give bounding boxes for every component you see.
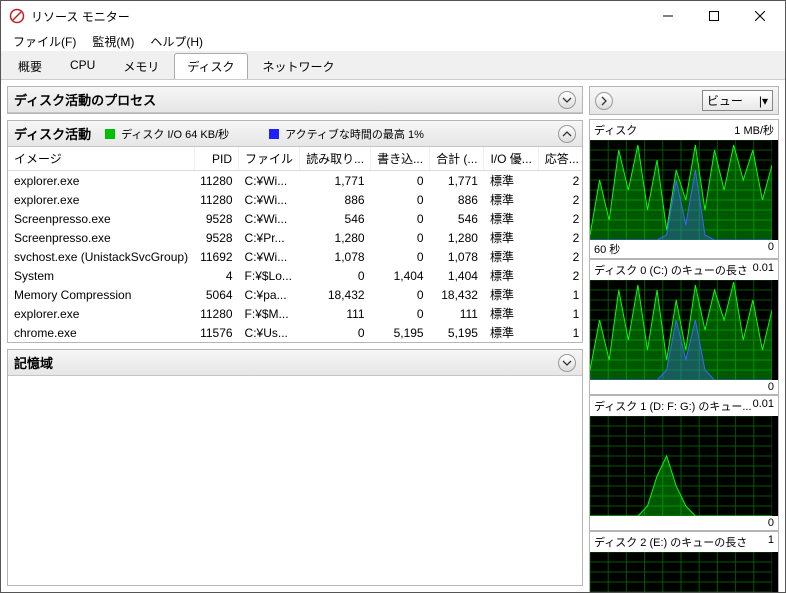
minimize-button[interactable] xyxy=(645,1,691,31)
app-icon xyxy=(9,8,25,24)
chart-0: ディスク1 MB/秒60 秒0 xyxy=(589,119,779,259)
swatch-blue xyxy=(269,129,279,139)
col-response[interactable]: 応答... xyxy=(538,147,582,171)
panel-title: 記憶域 xyxy=(14,353,67,372)
col-file[interactable]: ファイル xyxy=(239,147,300,171)
chart-scale: 0.01 xyxy=(753,398,774,414)
panel-disk-processes: ディスク活動のプロセス xyxy=(7,86,583,114)
table-row[interactable]: Memory Compression5064C:¥pa...18,432018,… xyxy=(8,285,582,304)
col-image[interactable]: イメージ xyxy=(8,147,194,171)
table-header-row: イメージ PID ファイル 読み取り... 書き込... 合計 (... I/O… xyxy=(8,147,582,171)
chart-title: ディスク 0 (C:) のキューの長さ xyxy=(594,262,748,278)
chart-scale: 1 MB/秒 xyxy=(734,122,774,138)
col-pid[interactable]: PID xyxy=(194,147,238,171)
swatch-green xyxy=(105,129,115,139)
chart-canvas xyxy=(590,140,778,240)
maximize-button[interactable] xyxy=(691,1,737,31)
chart-2: ディスク 1 (D: F: G:) のキュー...0.010 xyxy=(589,395,779,531)
chart-canvas xyxy=(590,280,778,380)
disk-activity-table[interactable]: イメージ PID ファイル 読み取り... 書き込... 合計 (... I/O… xyxy=(8,147,582,342)
legend-active: アクティブな時間の最高 1% xyxy=(269,126,424,142)
tab-network[interactable]: ネットワーク xyxy=(250,53,348,79)
side-collapse-button[interactable] xyxy=(595,92,613,110)
menu-help[interactable]: ヘルプ(H) xyxy=(142,31,211,52)
chart-title: ディスク xyxy=(594,122,637,138)
expand-button[interactable] xyxy=(558,91,576,109)
resource-monitor-window: リソース モニター ファイル(F) 監視(M) ヘルプ(H) 概要 CPU メモ… xyxy=(0,0,786,593)
chart-title: ディスク 1 (D: F: G:) のキュー... xyxy=(594,398,752,414)
close-button[interactable] xyxy=(737,1,783,31)
chart-canvas xyxy=(590,552,778,592)
panel-storage: 記憶域 xyxy=(7,349,583,586)
chart-canvas xyxy=(590,416,778,516)
menu-file[interactable]: ファイル(F) xyxy=(5,31,84,52)
window-title: リソース モニター xyxy=(31,8,645,25)
menubar: ファイル(F) 監視(M) ヘルプ(H) xyxy=(1,31,785,51)
chart-title: ディスク 2 (E:) のキューの長さ xyxy=(594,534,747,550)
collapse-button[interactable] xyxy=(558,125,576,143)
table-row[interactable]: explorer.exe11280F:¥$M...1110111標準1 xyxy=(8,304,582,323)
col-priority[interactable]: I/O 優... xyxy=(484,147,538,171)
table-row[interactable]: svchost.exe (UnistackSvcGroup)11692C:¥Wi… xyxy=(8,247,582,266)
chart-scale: 0.01 xyxy=(753,262,774,278)
menu-monitor[interactable]: 監視(M) xyxy=(84,31,142,52)
col-read[interactable]: 読み取り... xyxy=(300,147,371,171)
chevron-up-icon xyxy=(562,129,572,139)
table-row[interactable]: Screenpresso.exe9528C:¥Pr...1,28001,280標… xyxy=(8,228,582,247)
tab-disk[interactable]: ディスク xyxy=(174,53,247,79)
table-row[interactable]: chrome.exe11576C:¥Us...05,1955,195標準1 xyxy=(8,323,582,342)
side-toolbar: ビュー |▾ xyxy=(589,86,779,115)
view-dropdown[interactable]: ビュー |▾ xyxy=(702,90,773,111)
view-dropdown-label: ビュー xyxy=(707,92,743,109)
chart-3: ディスク 2 (E:) のキューの長さ 1 xyxy=(589,531,779,592)
tab-overview[interactable]: 概要 xyxy=(5,53,55,79)
table-row[interactable]: System4F:¥$Lo...01,4041,404標準2 xyxy=(8,266,582,285)
legend-io: ディスク I/O 64 KB/秒 xyxy=(105,126,229,142)
chart-1: ディスク 0 (C:) のキューの長さ0.010 xyxy=(589,259,779,395)
tab-memory[interactable]: メモリ xyxy=(110,53,172,79)
col-total[interactable]: 合計 (... xyxy=(430,147,484,171)
table-row[interactable]: Screenpresso.exe9528C:¥Wi...5460546標準2 xyxy=(8,209,582,228)
chevron-down-icon xyxy=(562,358,572,368)
tab-cpu[interactable]: CPU xyxy=(57,53,108,79)
col-write[interactable]: 書き込... xyxy=(371,147,430,171)
chart-scale: 1 xyxy=(768,534,774,550)
titlebar[interactable]: リソース モニター xyxy=(1,1,785,31)
panel-title: ディスク活動のプロセス xyxy=(14,90,170,109)
chevron-right-icon xyxy=(599,96,609,106)
legend-io-text: ディスク I/O 64 KB/秒 xyxy=(121,126,229,142)
table-row[interactable]: explorer.exe11280C:¥Wi...8860886標準2 xyxy=(8,190,582,209)
chevron-down-icon xyxy=(562,95,572,105)
tabs: 概要 CPU メモリ ディスク ネットワーク xyxy=(1,51,785,80)
table-row[interactable]: explorer.exe11280C:¥Wi...1,77101,771標準2 xyxy=(8,171,582,191)
panel-title: ディスク活動 xyxy=(14,124,105,143)
expand-button[interactable] xyxy=(558,354,576,372)
legend-active-text: アクティブな時間の最高 1% xyxy=(285,126,424,142)
panel-disk-activity: ディスク活動 ディスク I/O 64 KB/秒 アクティブな時間の最高 1% xyxy=(7,120,583,343)
